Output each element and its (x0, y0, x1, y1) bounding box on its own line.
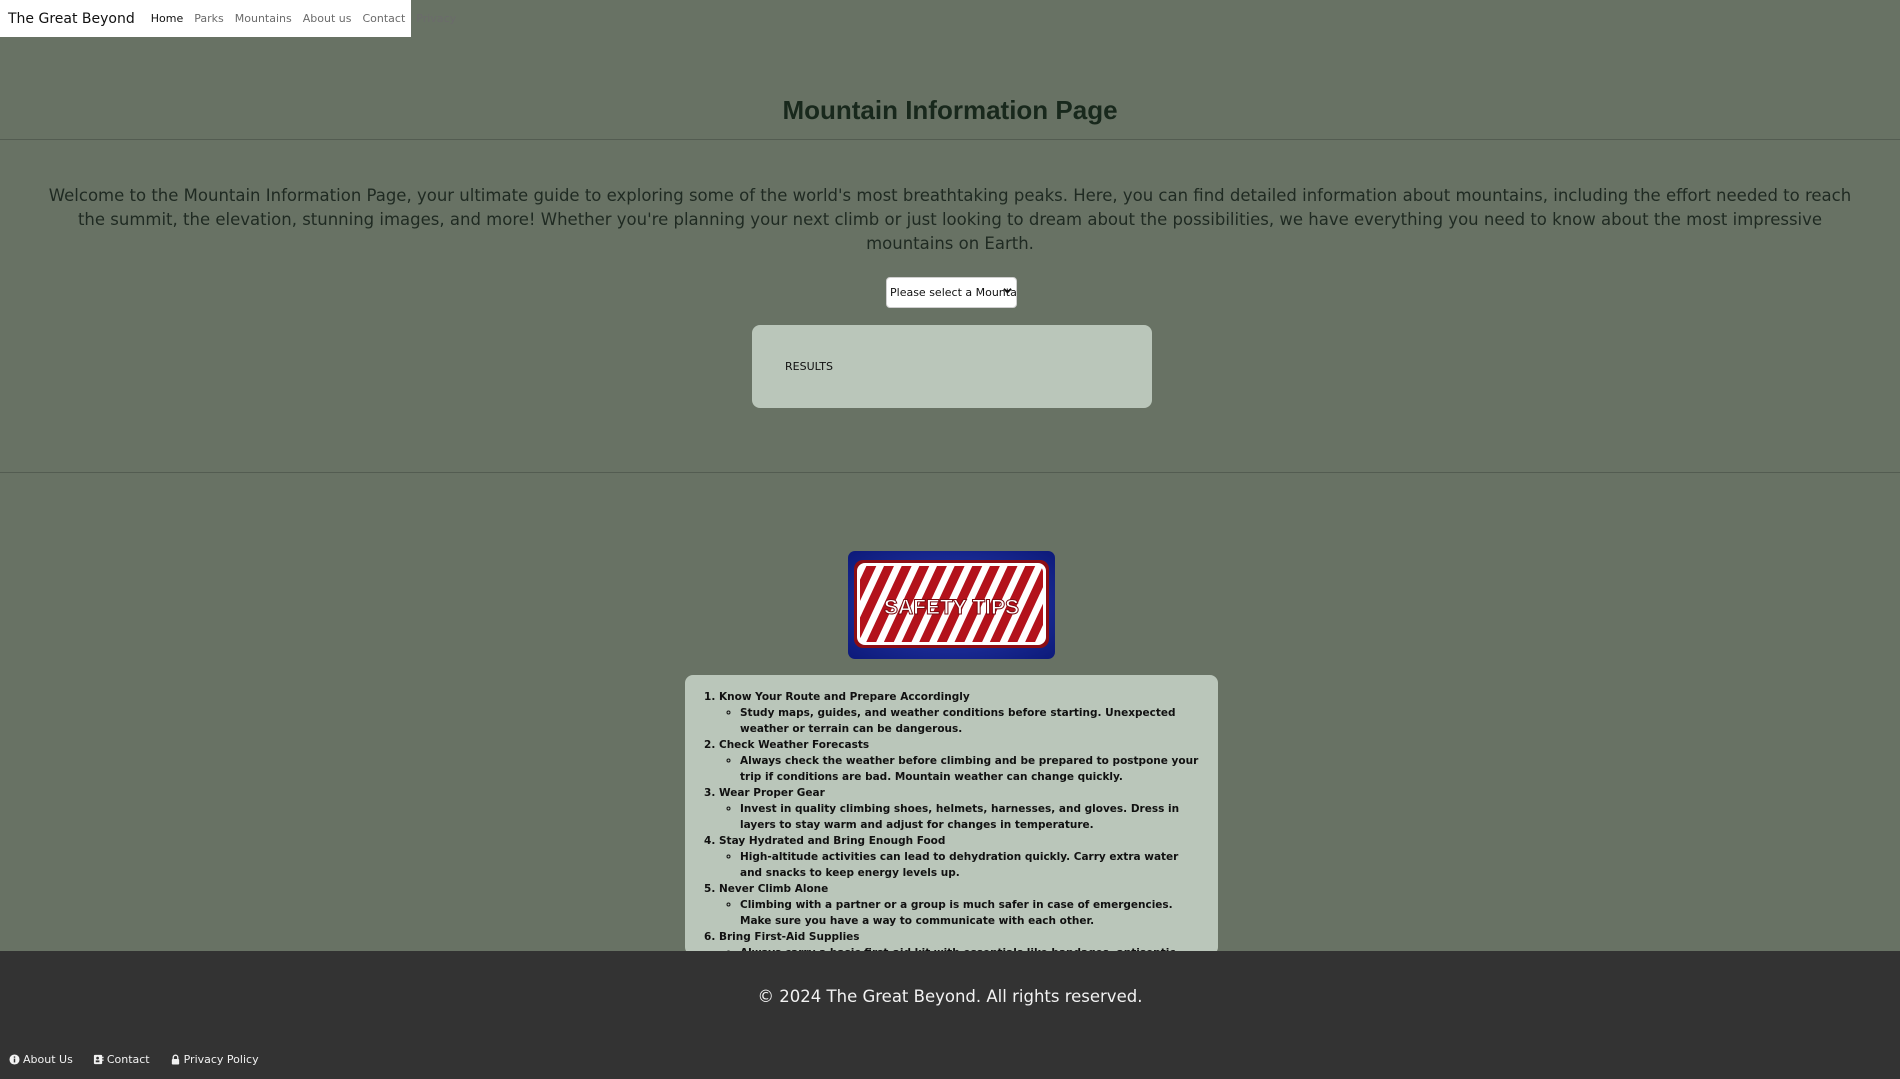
tip-detail: Invest in quality climbing shoes, helmet… (740, 801, 1204, 833)
chevron-down-icon (1003, 285, 1012, 298)
divider (0, 472, 1900, 473)
nav-link-parks[interactable]: Parks (194, 12, 224, 25)
contact-card-icon (93, 1054, 104, 1065)
results-panel: RESULTS (752, 325, 1152, 408)
copyright-text: © 2024 The Great Beyond. All rights rese… (757, 987, 1143, 1006)
results-label: RESULTS (785, 360, 833, 373)
divider (0, 139, 1900, 140)
tip-title: Wear Proper Gear (719, 787, 825, 799)
brand-link[interactable]: The Great Beyond (8, 11, 135, 27)
safety-tips-panel: Know Your Route and Prepare Accordingly … (685, 675, 1218, 955)
tip-title: Stay Hydrated and Bring Enough Food (719, 835, 946, 847)
page-footer: © 2024 The Great Beyond. All rights rese… (0, 951, 1900, 1079)
footer-link-label: About Us (23, 1053, 73, 1066)
tip-detail: Climbing with a partner or a group is mu… (740, 897, 1204, 929)
footer-link-privacy-policy[interactable]: Privacy Policy (170, 1053, 259, 1066)
footer-link-contact[interactable]: Contact (93, 1053, 150, 1066)
nav-link-mountains[interactable]: Mountains (235, 12, 292, 25)
tip-detail: Always check the weather before climbing… (740, 753, 1204, 785)
footer-link-about-us[interactable]: About Us (9, 1053, 73, 1066)
tip-title: Check Weather Forecasts (719, 739, 870, 751)
nav-link-contact[interactable]: Contact (362, 12, 405, 25)
safety-tips-list: Know Your Route and Prepare Accordingly … (701, 689, 1204, 955)
list-item: Never Climb Alone Climbing with a partne… (719, 881, 1204, 929)
tip-detail: High-altitude activities can lead to deh… (740, 849, 1204, 881)
nav-link-privacy[interactable]: Privacy (416, 12, 456, 25)
tip-title: Never Climb Alone (719, 883, 829, 895)
page-title: Mountain Information Page (782, 95, 1118, 125)
safety-tips-image: SAFETY TIPS (848, 551, 1055, 659)
footer-link-label: Contact (106, 1053, 150, 1066)
tip-title: Know Your Route and Prepare Accordingly (719, 691, 970, 703)
safety-tips-image-text: SAFETY TIPS (884, 596, 1019, 619)
footer-link-label: Privacy Policy (183, 1053, 259, 1066)
list-item: Wear Proper Gear Invest in quality climb… (719, 785, 1204, 833)
info-circle-icon (9, 1054, 20, 1065)
mountain-select-value: Please select a Mountain (890, 286, 1017, 299)
top-navbar: The Great Beyond Home Parks Mountains Ab… (0, 0, 456, 37)
nav-link-about-us[interactable]: About us (303, 12, 352, 25)
lock-icon (170, 1054, 181, 1065)
list-item: Check Weather Forecasts Always check the… (719, 737, 1204, 785)
list-item: Know Your Route and Prepare Accordingly … (719, 689, 1204, 737)
tip-title: Bring First-Aid Supplies (719, 931, 860, 943)
tip-detail: Study maps, guides, and weather conditio… (740, 705, 1204, 737)
list-item: Stay Hydrated and Bring Enough Food High… (719, 833, 1204, 881)
nav-link-home[interactable]: Home (151, 12, 183, 25)
intro-paragraph: Welcome to the Mountain Information Page… (48, 186, 1852, 253)
footer-links: About Us Contact Privacy Policy (9, 1053, 279, 1066)
mountain-select[interactable]: Please select a Mountain (886, 277, 1017, 308)
